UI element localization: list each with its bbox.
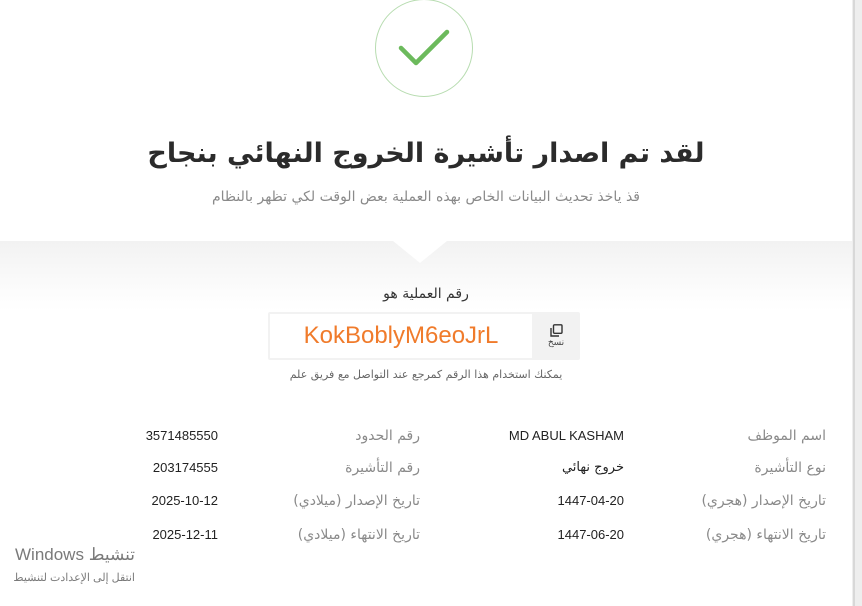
- window-right-edge: [852, 0, 862, 606]
- copy-button[interactable]: نسخ: [534, 316, 578, 356]
- section-notch: [393, 241, 447, 263]
- border-number-value: 3571485550: [145, 428, 218, 443]
- reference-box: KokBoblyM6eoJrL نسخ: [268, 312, 580, 360]
- expiry-greg-value: 2025-12-11: [152, 527, 218, 542]
- page-title: لقد تم اصدار تأشيرة الخروج النهائي بنجاح: [147, 138, 705, 169]
- visa-type-value: خروج نهائي: [561, 460, 624, 475]
- copy-label: نسخ: [547, 338, 565, 348]
- success-check-circle: [375, 0, 473, 97]
- employee-name-value: MD ABUL KASHAM: [508, 428, 624, 443]
- visa-number-value: 203174555: [152, 460, 218, 475]
- expiry-hijri-value: 1447-06-20: [557, 527, 625, 542]
- issue-greg-value: 2025-10-12: [151, 493, 219, 508]
- issue-hijri-value: 1447-04-20: [557, 493, 625, 508]
- success-card: لقد تم اصدار تأشيرة الخروج النهائي بنجاح…: [0, 0, 852, 606]
- visa-type-label: نوع التأشيرة: [754, 460, 826, 476]
- expiry-greg-label: تاريخ الانتهاء (ميلادي): [297, 527, 420, 543]
- issue-greg-label: تاريخ الإصدار (ميلادي): [293, 493, 420, 509]
- check-icon: [398, 29, 450, 66]
- employee-name-label: اسم الموظف: [747, 428, 826, 444]
- windows-activation-watermark: تنشيط Windows انتقل إلى الإعدادت لتنشيط: [0, 545, 135, 584]
- visa-number-label: رقم التأشيرة: [345, 460, 420, 476]
- watermark-title: تنشيط Windows: [15, 545, 135, 564]
- page-subtitle: قذ ياخذ تحديث البيانات الخاص بهذه العملي…: [211, 189, 640, 205]
- border-number-label: رقم الحدود: [355, 428, 420, 444]
- expiry-hijri-label: تاريخ الانتهاء (هجري): [705, 527, 826, 543]
- reference-label: رقم العملية هو: [383, 286, 469, 302]
- reference-code: KokBoblyM6eoJrL: [270, 314, 532, 358]
- reference-hint: يمكنك استخدام هذا الرقم كمرجع عند التواص…: [289, 368, 563, 381]
- copy-icon: [549, 324, 563, 337]
- watermark-subtitle: انتقل إلى الإعدادت لتنشيط: [13, 572, 135, 584]
- issue-hijri-label: تاريخ الإصدار (هجري): [701, 493, 826, 509]
